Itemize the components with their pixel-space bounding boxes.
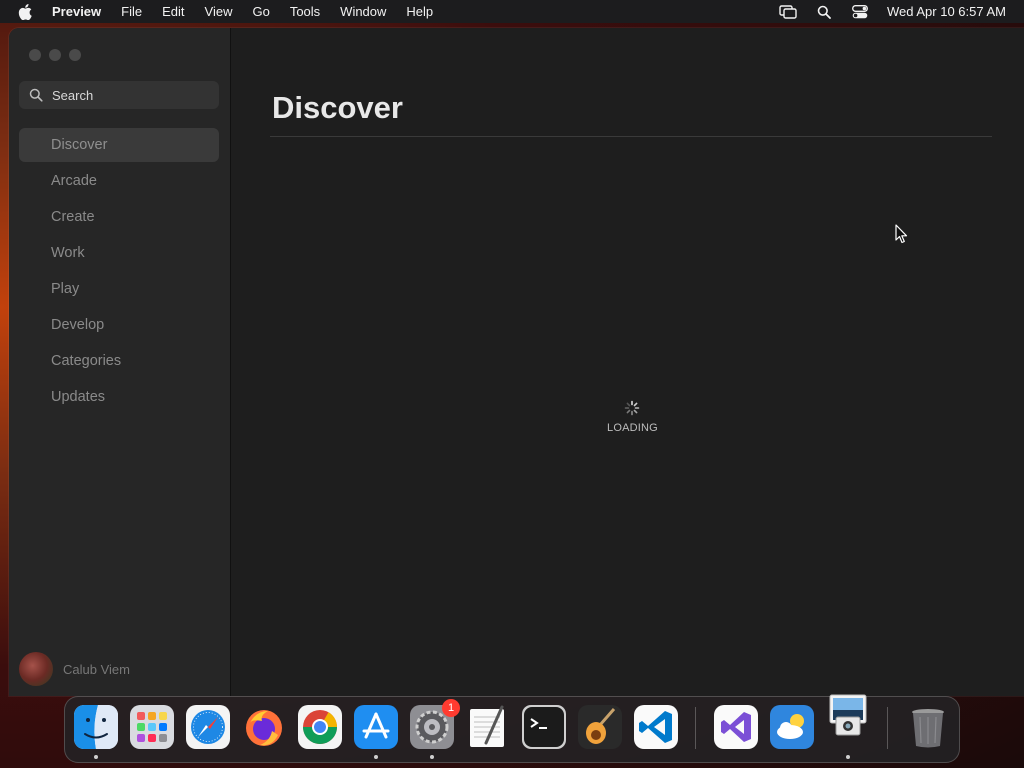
garageband-icon[interactable] (578, 705, 622, 749)
menu-window[interactable]: Window (340, 4, 386, 19)
visual-studio-icon[interactable] (714, 705, 758, 749)
textedit-icon[interactable] (466, 705, 510, 749)
sidebar-nav: Discover Arcade Create Work Play Develop… (19, 128, 219, 416)
minimize-button[interactable] (49, 49, 61, 61)
loading-indicator: LOADING (607, 400, 658, 434)
app-store-window: Search Discover Arcade Create Work Play … (9, 28, 1024, 696)
running-indicator (430, 755, 434, 759)
running-indicator (374, 755, 378, 759)
main-content: Discover LOADING (231, 28, 1024, 696)
account-button[interactable]: Calub Viem (19, 652, 130, 686)
safari-icon[interactable] (186, 705, 230, 749)
dock-separator (695, 707, 696, 749)
dock-separator (887, 707, 888, 749)
sidebar-item-updates[interactable]: Updates (19, 380, 219, 414)
menu-bar: Preview File Edit View Go Tools Window H… (0, 0, 1024, 23)
terminal-icon[interactable] (522, 705, 566, 749)
user-name: Calub Viem (63, 661, 130, 677)
menu-file[interactable]: File (121, 4, 142, 19)
spinner-icon (624, 400, 640, 416)
menu-edit[interactable]: Edit (162, 4, 184, 19)
apple-menu-icon[interactable] (18, 3, 34, 20)
menu-view[interactable]: View (205, 4, 233, 19)
search-placeholder: Search (52, 87, 94, 103)
menu-app-name[interactable]: Preview (52, 4, 101, 19)
sidebar-item-discover[interactable]: Discover (19, 128, 219, 162)
finder-icon[interactable] (74, 705, 118, 749)
menu-go[interactable]: Go (252, 4, 269, 19)
running-indicator (846, 755, 850, 759)
notification-badge: 1 (442, 699, 460, 717)
system-settings-icon[interactable]: 1 (410, 699, 460, 749)
zoom-button[interactable] (69, 49, 81, 61)
sidebar-item-develop[interactable]: Develop (19, 308, 219, 342)
sidebar-item-categories[interactable]: Categories (19, 344, 219, 378)
chrome-icon[interactable] (298, 705, 342, 749)
menu-help[interactable]: Help (406, 4, 433, 19)
close-button[interactable] (29, 49, 41, 61)
avatar (19, 652, 53, 686)
running-indicator (94, 755, 98, 759)
app-store-icon[interactable] (354, 705, 398, 749)
sidebar-item-work[interactable]: Work (19, 236, 219, 270)
control-center-icon[interactable] (851, 4, 869, 20)
spotlight-search-icon[interactable] (815, 4, 833, 20)
menu-clock[interactable]: Wed Apr 10 6:57 AM (887, 4, 1006, 19)
sidebar-item-arcade[interactable]: Arcade (19, 164, 219, 198)
launchpad-icon[interactable] (130, 705, 174, 749)
weather-icon[interactable] (770, 705, 814, 749)
vscode-icon[interactable] (634, 705, 678, 749)
preview-icon[interactable] (826, 693, 870, 737)
search-field[interactable]: Search (19, 81, 219, 109)
sidebar: Search Discover Arcade Create Work Play … (9, 28, 231, 696)
screen-mirroring-icon[interactable] (779, 4, 797, 20)
window-controls (29, 49, 81, 61)
page-title: Discover (272, 90, 403, 125)
dock: 1 (64, 693, 960, 763)
loading-label: LOADING (607, 422, 658, 434)
menu-tools[interactable]: Tools (290, 4, 320, 19)
firefox-icon[interactable] (242, 705, 286, 749)
sidebar-item-play[interactable]: Play (19, 272, 219, 306)
sidebar-item-create[interactable]: Create (19, 200, 219, 234)
search-icon (29, 88, 43, 102)
title-divider (270, 136, 992, 137)
mouse-pointer-icon (895, 224, 908, 244)
trash-icon[interactable] (906, 705, 950, 749)
